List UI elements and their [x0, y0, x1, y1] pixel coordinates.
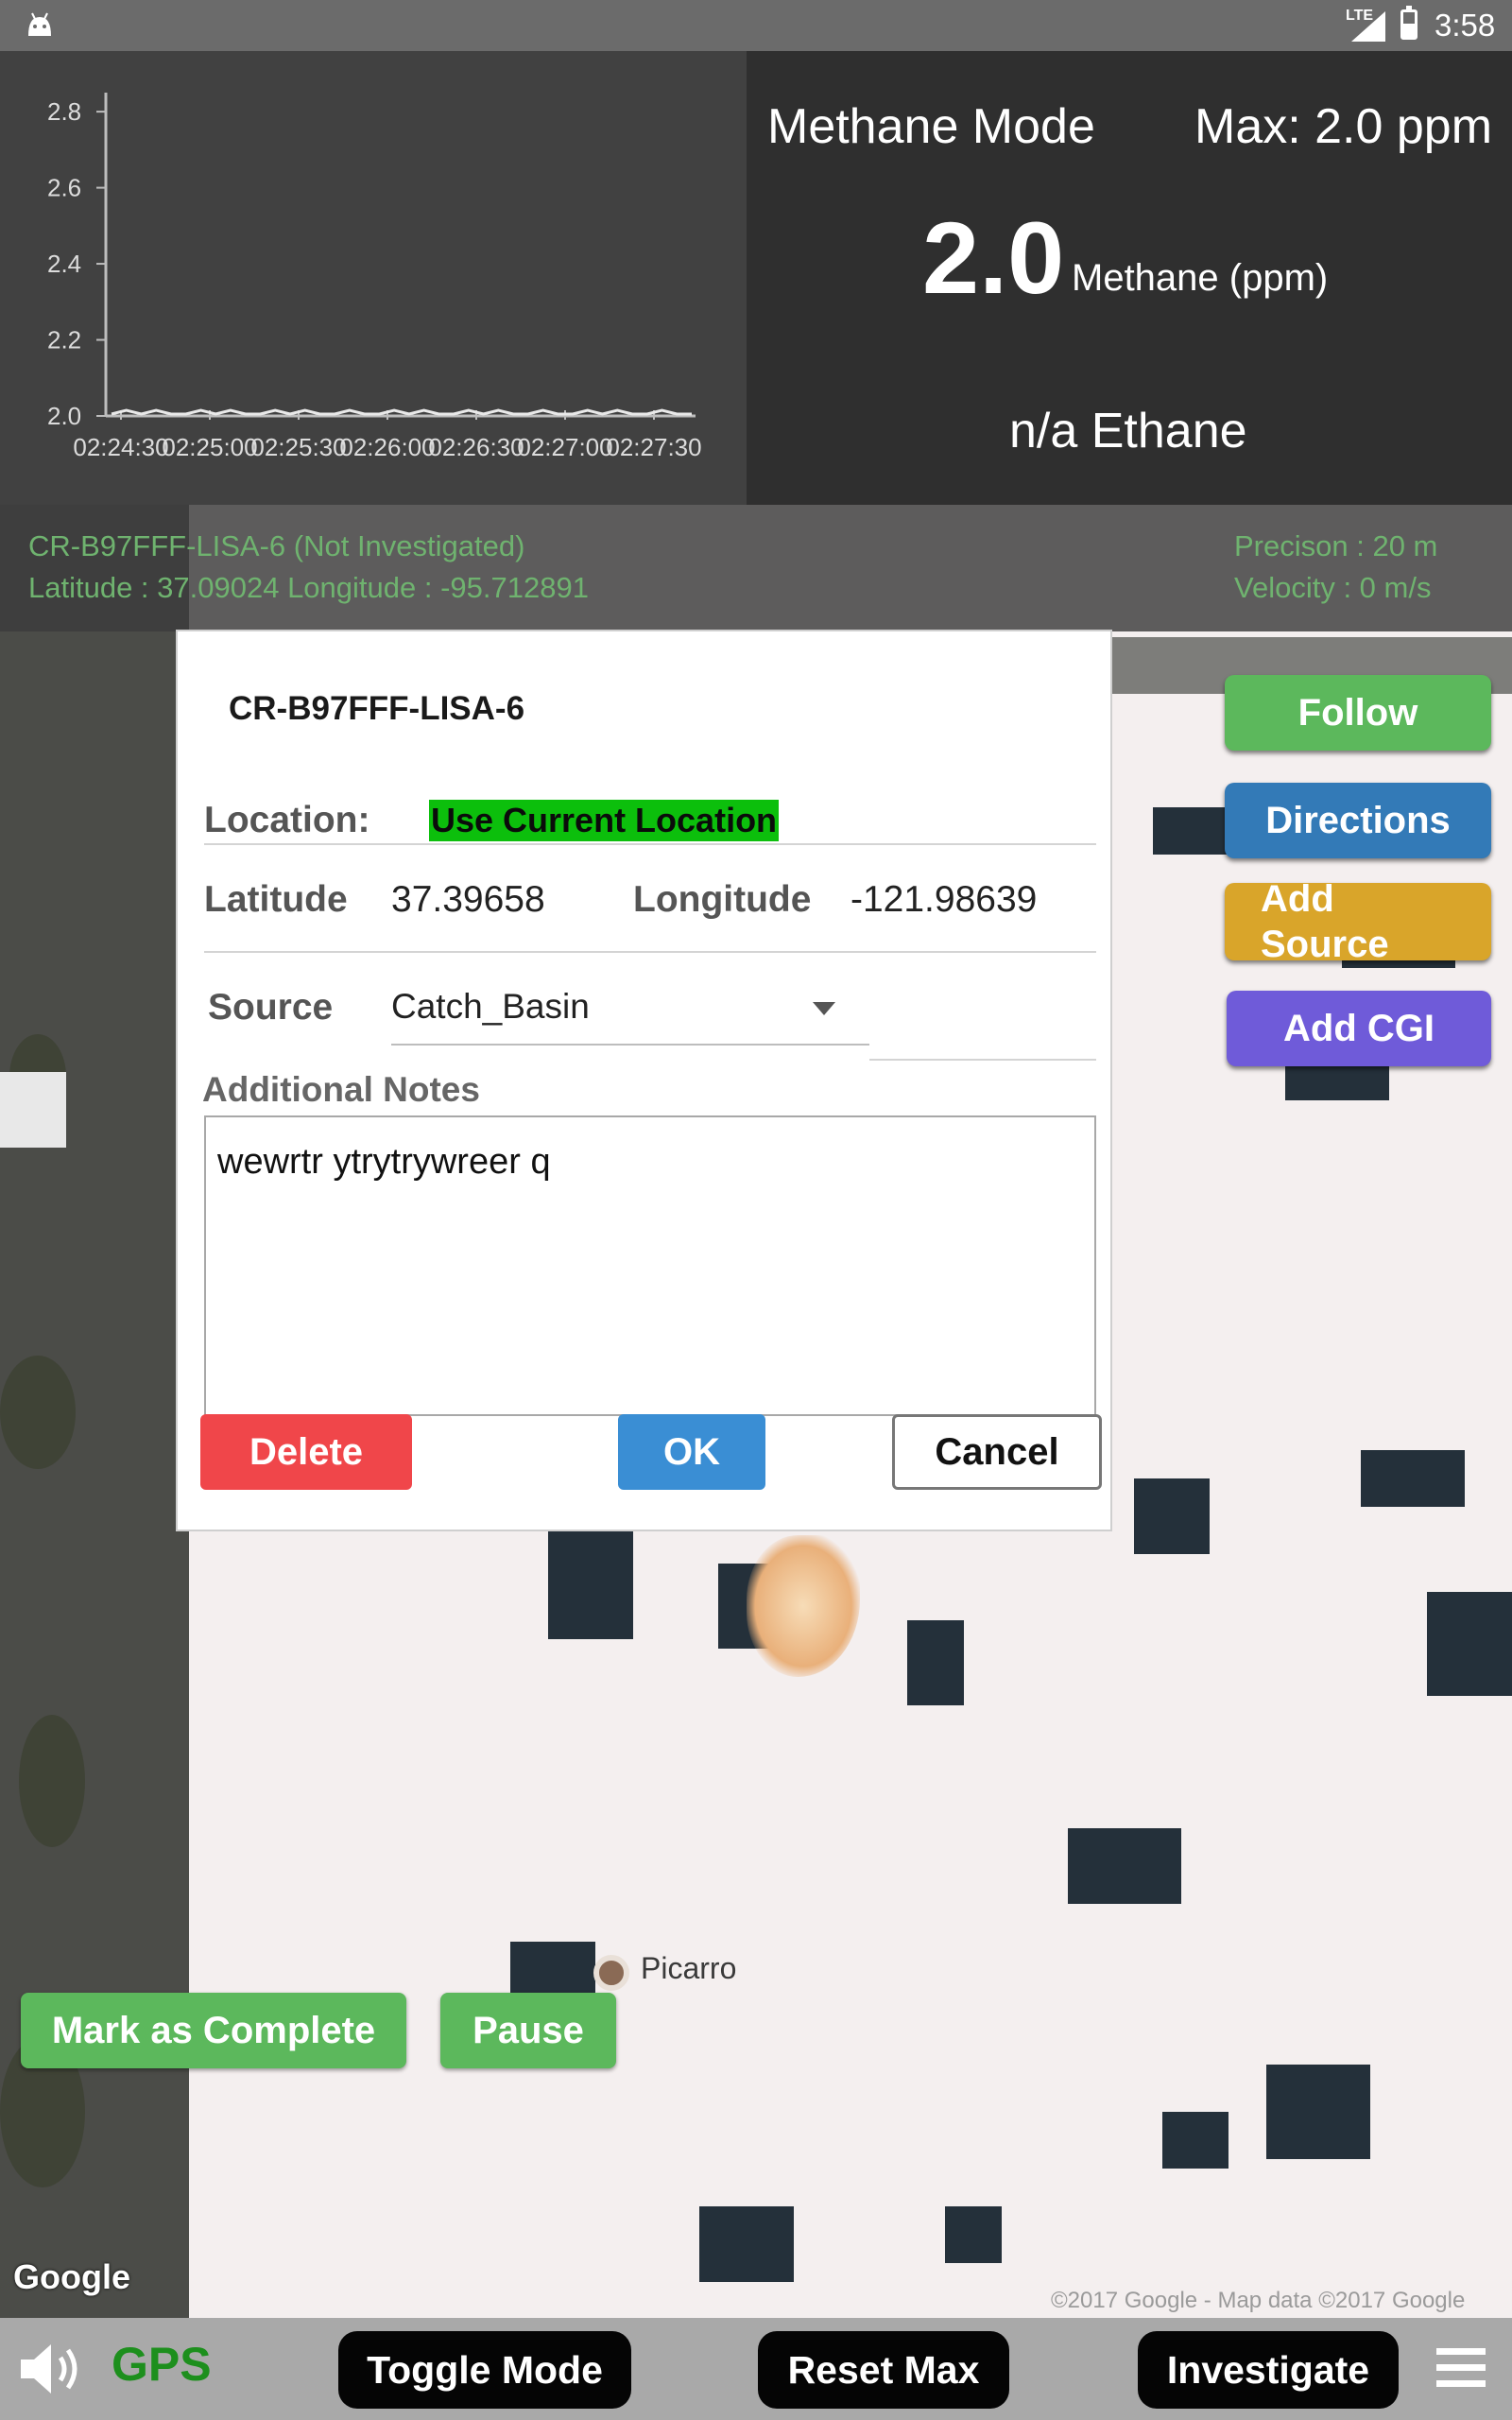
- clock: 3:58: [1435, 8, 1496, 43]
- x-tick-label: 02:25:00: [162, 433, 257, 461]
- divider: [204, 951, 1096, 953]
- y-tick-label: 2.0: [47, 402, 81, 430]
- source-dropdown[interactable]: Catch_Basin: [391, 972, 869, 1046]
- mark-complete-button[interactable]: Mark as Complete: [21, 1993, 406, 2068]
- rooftop-unit: [548, 1526, 633, 1639]
- ok-button[interactable]: OK: [618, 1414, 765, 1490]
- info-bar: CR-B97FFF-LISA-6 (Not Investigated) Lati…: [0, 505, 1512, 631]
- rooftop-unit: [1361, 1450, 1465, 1507]
- rooftop-unit: [1068, 1828, 1181, 1904]
- google-logo: Google: [13, 2257, 130, 2296]
- longitude-value: -121.98639: [850, 879, 1038, 920]
- gps-indicator: GPS: [112, 2338, 212, 2391]
- delete-button[interactable]: Delete: [200, 1414, 412, 1490]
- latitude-label: Latitude: [204, 879, 348, 920]
- y-tick-label: 2.4: [47, 250, 81, 278]
- y-tick-label: 2.8: [47, 97, 81, 126]
- pause-button[interactable]: Pause: [440, 1993, 616, 2068]
- velocity: Velocity : 0 m/s: [1234, 571, 1432, 604]
- chart-svg: 2.0 2.2 2.4 2.6 2.8 02:24:3002:25:0002:25:30…: [47, 93, 702, 461]
- directions-button[interactable]: Directions: [1225, 783, 1491, 858]
- investigate-button[interactable]: Investigate: [1138, 2331, 1399, 2409]
- rooftop-unit: [1134, 1478, 1210, 1554]
- add-source-button[interactable]: Add Source: [1225, 878, 1491, 965]
- dropdown-arrow-icon: [813, 1002, 835, 1015]
- x-tick-label: 02:27:00: [517, 433, 612, 461]
- rooftop-unit: [699, 2206, 794, 2282]
- location-label: Location:: [204, 800, 370, 840]
- divider: [204, 843, 1096, 845]
- x-tick-label: 02:24:30: [73, 433, 168, 461]
- notes-text: wewrtr ytrytrywreer q: [217, 1142, 551, 1182]
- cancel-button[interactable]: Cancel: [892, 1414, 1102, 1490]
- y-tick-label: 2.2: [47, 326, 81, 354]
- reading-panel: Methane Mode Max: 2.0 ppm 2.0 Methane (p…: [747, 51, 1512, 505]
- rooftop-unit: [1162, 2112, 1228, 2169]
- methane-series-line: [111, 408, 692, 416]
- y-tick-label: 2.6: [47, 174, 81, 202]
- follow-button[interactable]: Follow: [1225, 675, 1491, 751]
- methane-value: 2.0: [922, 200, 1065, 315]
- add-source-label: Add Source: [1261, 878, 1389, 965]
- mode-label: Methane Mode: [767, 99, 1095, 154]
- rooftop-unit: [1266, 2065, 1370, 2159]
- rooftop-unit: [945, 2206, 1002, 2263]
- lisa-dialog: CR-B97FFF-LISA-6 Location: Use Current L…: [176, 630, 1112, 1531]
- car: [0, 1072, 66, 1148]
- x-tick-label: 02:26:00: [339, 433, 435, 461]
- rooftop-unit: [907, 1620, 964, 1705]
- location-pin-icon[interactable]: [593, 1955, 629, 1991]
- lisa-name: CR-B97FFF-LISA-6 (Not Investigated): [28, 529, 525, 562]
- battery-icon: [1400, 6, 1418, 40]
- ethane-value: n/a Ethane: [1009, 404, 1247, 458]
- x-tick-label: 02:27:30: [606, 433, 701, 461]
- rooftop-unit: [1427, 1592, 1512, 1696]
- dialog-title: CR-B97FFF-LISA-6: [229, 690, 525, 727]
- source-label: Source: [208, 987, 334, 1028]
- notes-label: Additional Notes: [202, 1070, 480, 1109]
- menu-icon[interactable]: [1436, 2348, 1486, 2390]
- tree: [19, 1715, 85, 1847]
- tree: [0, 1356, 76, 1469]
- map-attribution: ©2017 Google - Map data ©2017 Google: [1051, 2288, 1466, 2313]
- notes-textarea[interactable]: wewrtr ytrytrywreer q: [204, 1115, 1096, 1416]
- max-reading: Max: 2.0 ppm: [1194, 99, 1493, 154]
- signal-icon: [1351, 11, 1385, 42]
- use-current-location-button[interactable]: Use Current Location: [429, 800, 780, 841]
- methane-chart: 2.0 2.2 2.4 2.6 2.8 02:24:30 02:25:00 02:25:30…: [0, 51, 747, 505]
- x-tick-label: 02:25:30: [250, 433, 346, 461]
- precision: Precison : 20 m: [1234, 529, 1438, 562]
- status-bar: LTE 3:58: [0, 0, 1512, 51]
- bottom-bar: GPS Toggle Mode Reset Max Investigate: [0, 2318, 1512, 2420]
- latitude-value: 37.39658: [391, 879, 545, 920]
- speaker-icon[interactable]: [17, 2341, 87, 2397]
- toggle-mode-button[interactable]: Toggle Mode: [338, 2331, 631, 2409]
- source-value: Catch_Basin: [391, 987, 590, 1026]
- add-cgi-button[interactable]: Add CGI: [1227, 991, 1491, 1066]
- reset-max-button[interactable]: Reset Max: [758, 2331, 1009, 2409]
- android-icon: [28, 12, 51, 36]
- longitude-label: Longitude: [633, 879, 812, 920]
- x-tick-label: 02:26:30: [428, 433, 524, 461]
- lisa-coords: Latitude : 37.09024 Longitude : -95.7128…: [28, 571, 589, 604]
- methane-unit: Methane (ppm): [1072, 257, 1329, 299]
- marker-label: Picarro: [641, 1951, 737, 1985]
- rooftop-unit: [510, 1942, 595, 1998]
- divider: [869, 1059, 1096, 1061]
